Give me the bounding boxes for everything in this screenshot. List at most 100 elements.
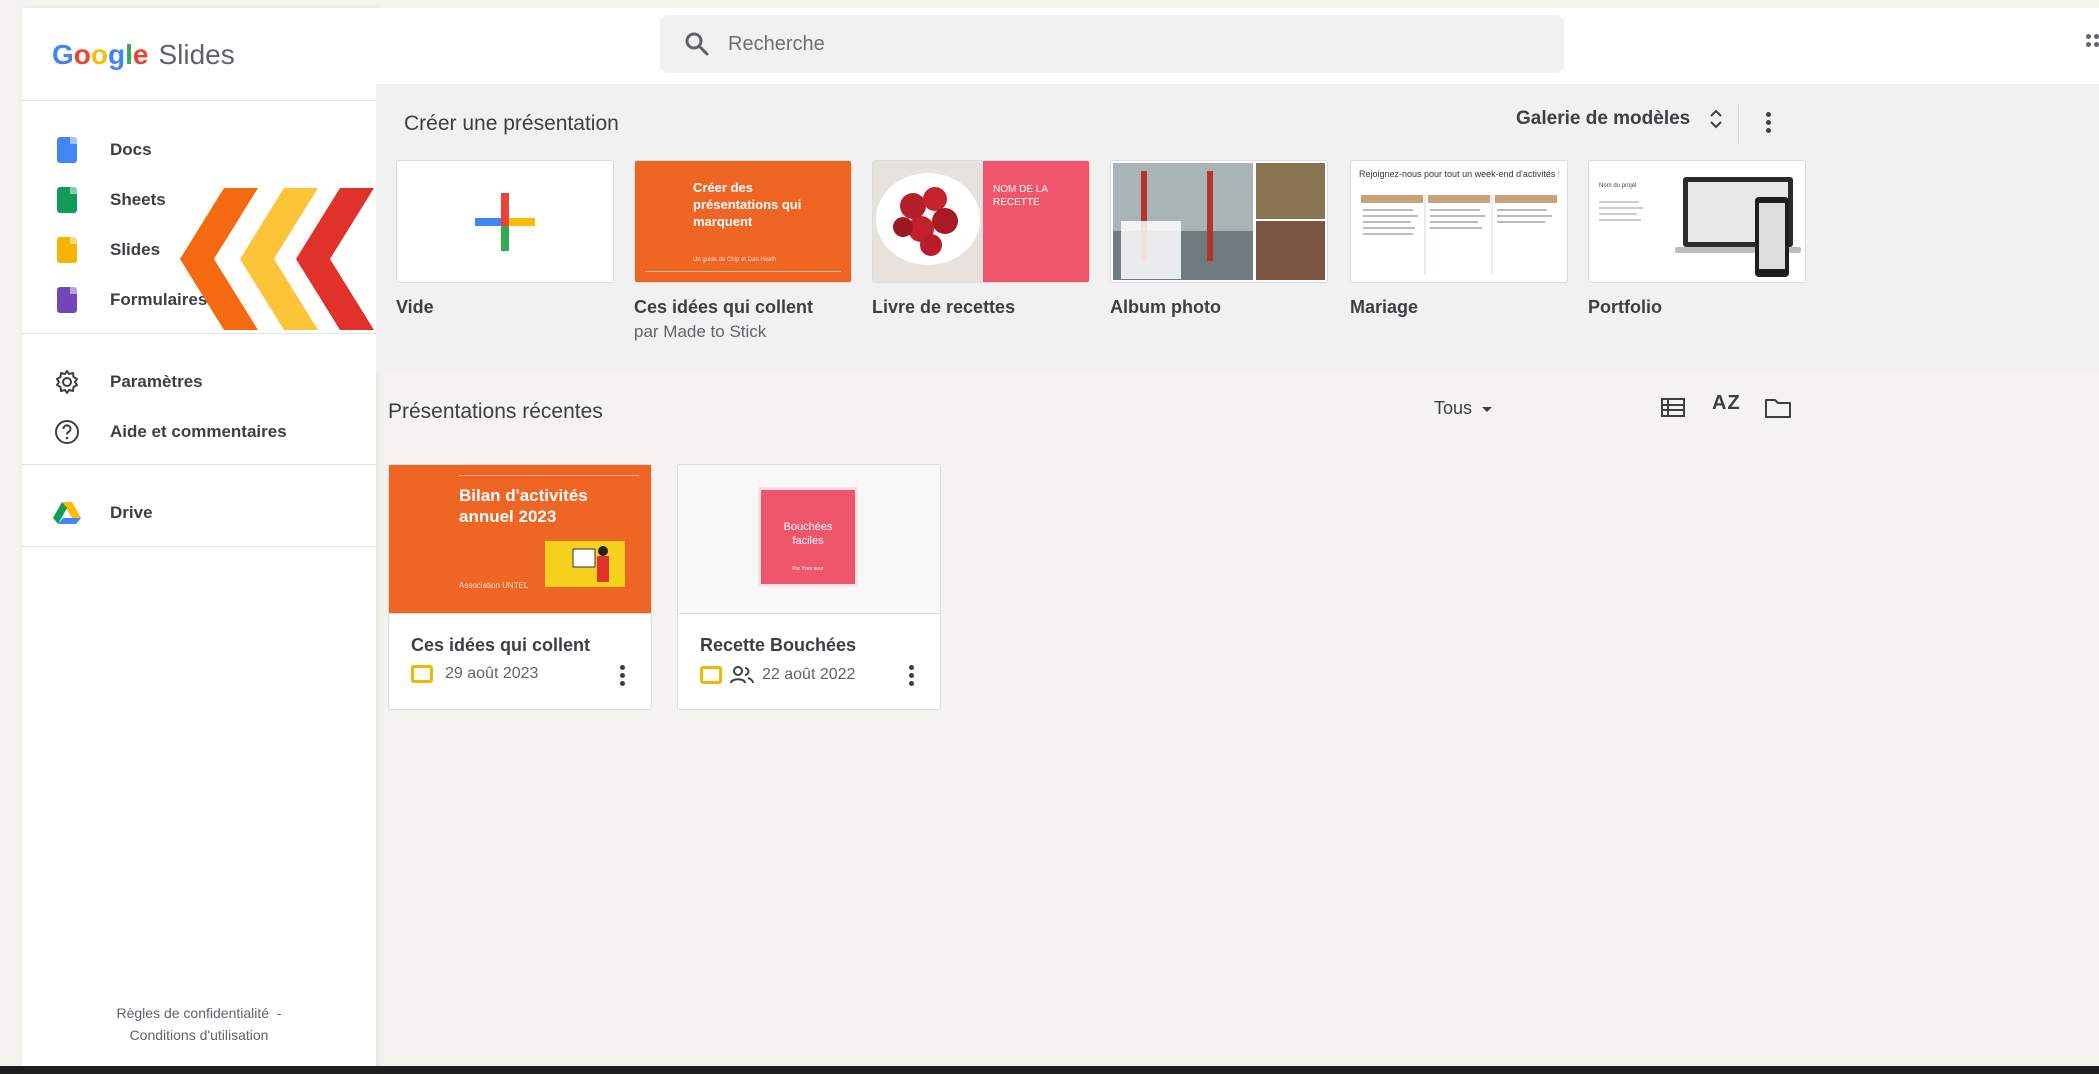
- folder-icon[interactable]: [1764, 396, 1792, 420]
- template-name: Vide: [396, 297, 434, 317]
- sidebar-item-help[interactable]: Aide et commentaires: [22, 407, 376, 457]
- sidebar: Google Slides Docs Sheets Slides Formula…: [22, 8, 376, 1068]
- file-meta: 29 août 2023: [411, 665, 538, 683]
- thumbnail-line: [645, 271, 841, 272]
- template-thumbnail: NOM DE LA RECETTE: [872, 160, 1090, 283]
- template-card-blank[interactable]: Vide: [396, 160, 614, 318]
- sidebar-item-docs[interactable]: Docs: [22, 125, 376, 175]
- logo-letter: G: [52, 39, 74, 70]
- help-icon: [55, 420, 79, 444]
- search-bar[interactable]: Recherche: [660, 15, 1564, 73]
- thumbnail-line: [459, 475, 639, 476]
- dropdown-arrow-icon: [1482, 406, 1493, 412]
- more-options-icon[interactable]: [1766, 112, 1771, 133]
- sidebar-item-label: Drive: [110, 503, 153, 522]
- terms-link[interactable]: Conditions d'utilisation: [22, 1024, 376, 1046]
- product-name: Slides: [158, 39, 235, 70]
- thumbnail-illustration: [545, 541, 625, 587]
- template-thumbnail: Nom du projet: [1588, 160, 1806, 283]
- thumbnail-footer: Un guide de Chip et Dan Heath: [693, 257, 777, 263]
- chevron-red-icon: [296, 188, 374, 330]
- file-title: Recette Bouchées: [700, 635, 857, 655]
- logo-letter: o: [90, 39, 108, 70]
- privacy-link[interactable]: Règles de confidentialité: [117, 1005, 270, 1021]
- sort-az-icon[interactable]: AZ: [1712, 392, 1741, 415]
- logo-letter: l: [125, 39, 133, 70]
- template-card-photo-album[interactable]: Album photo: [1110, 160, 1328, 318]
- template-thumbnail: Rejoignez-nous pour tout un week-end d'a…: [1350, 160, 1568, 283]
- divider: [22, 464, 376, 465]
- apps-grid-icon[interactable]: [2086, 34, 2099, 47]
- file-title: Ces idées qui collent: [411, 635, 591, 655]
- owner-filter-label: Tous: [1434, 398, 1473, 418]
- thumbnail-title: Rejoignez-nous pour tout un week-end d'a…: [1359, 169, 1559, 179]
- template-thumbnail: Créer des présentations qui marquent Un …: [634, 160, 852, 283]
- template-name: Ces idées qui collent: [634, 297, 814, 317]
- forms-icon: [57, 287, 77, 313]
- plus-icon: [475, 193, 535, 251]
- schedule-table-image: [1361, 195, 1557, 275]
- search-icon: [685, 32, 709, 56]
- thumbnail-title: Bilan d'activités annuel 2023: [459, 486, 588, 526]
- slides-file-icon: [411, 665, 433, 683]
- template-card-recipe-book[interactable]: NOM DE LA RECETTE Livre de recettes: [872, 160, 1090, 318]
- divider: [22, 546, 376, 547]
- sheets-icon: [57, 187, 77, 213]
- sidebar-item-settings[interactable]: Paramètres: [22, 357, 376, 407]
- file-more-options-icon[interactable]: [909, 665, 914, 686]
- sidebar-item-label: Slides: [110, 240, 161, 259]
- thumbnail-title: Bouchées faciles: [783, 521, 833, 547]
- devices-image: [1599, 177, 1801, 277]
- template-name: Livre de recettes: [872, 297, 1016, 317]
- logo-letter: o: [73, 39, 91, 70]
- sidebar-item-drive[interactable]: Drive: [22, 488, 376, 538]
- recent-file-card[interactable]: Bouchées faciles Par Yves auur Recette B…: [677, 464, 941, 710]
- sidebar-item-label: Docs: [110, 140, 152, 159]
- divider: [1738, 104, 1739, 144]
- person-illustration-icon: [572, 546, 609, 582]
- gear-icon: [56, 370, 78, 394]
- drive-icon: [53, 502, 81, 524]
- slides-file-icon: [700, 666, 722, 684]
- sidebar-item-label: Paramètres: [110, 372, 203, 391]
- template-card-made-to-stick[interactable]: Créer des présentations qui marquent Un …: [634, 160, 852, 342]
- section-title: Présentations récentes: [388, 400, 603, 423]
- thumbnail-footer: Par Yves auur: [792, 566, 824, 572]
- unfold-icon: [1710, 109, 1722, 129]
- footer-links: Règles de confidentialité - Conditions d…: [22, 1002, 376, 1046]
- template-gallery-button[interactable]: Galerie de modèles: [1516, 108, 1724, 130]
- file-thumbnail: Bouchées faciles Par Yves auur: [678, 465, 940, 614]
- section-title: Créer une présentation: [404, 112, 619, 135]
- template-author: par Made to Stick: [634, 322, 767, 341]
- logo-letter: e: [132, 39, 149, 70]
- template-thumbnail: [396, 160, 614, 283]
- thumbnail-footer: Association UNTEL: [459, 581, 529, 590]
- shared-people-icon: [730, 666, 754, 684]
- file-date: 22 août 2022: [762, 666, 856, 683]
- template-gallery-label: Galerie de modèles: [1516, 108, 1691, 129]
- docs-icon: [57, 137, 77, 163]
- list-view-icon[interactable]: [1660, 396, 1686, 420]
- file-more-options-icon[interactable]: [620, 665, 625, 686]
- divider: [22, 333, 376, 334]
- search-input[interactable]: Recherche: [728, 33, 825, 56]
- recipe-panel: NOM DE LA RECETTE: [983, 161, 1089, 282]
- photo-collage-image: [1111, 161, 1327, 282]
- file-meta: 22 août 2022: [700, 665, 855, 685]
- taskbar-strip: [0, 1066, 2099, 1074]
- footer-separator: -: [276, 1005, 282, 1021]
- google-slides-logo[interactable]: Google Slides: [52, 30, 235, 80]
- slides-icon: [57, 237, 77, 263]
- owner-filter-dropdown[interactable]: Tous: [1434, 398, 1494, 419]
- template-name: Mariage: [1350, 297, 1419, 317]
- file-date: 29 août 2023: [445, 665, 539, 682]
- decorative-chevron-arrows: [180, 188, 374, 330]
- template-card-wedding[interactable]: Rejoignez-nous pour tout un week-end d'a…: [1350, 160, 1568, 318]
- template-name: Album photo: [1110, 297, 1221, 317]
- sidebar-item-label: Aide et commentaires: [110, 422, 287, 441]
- template-name: Portfolio: [1588, 297, 1662, 317]
- template-card-portfolio[interactable]: Nom du projet Portfolio: [1588, 160, 1806, 318]
- thumbnail-square: Bouchées faciles Par Yves auur: [758, 487, 858, 587]
- recent-file-card[interactable]: Bilan d'activités annuel 2023 Associatio…: [388, 464, 652, 710]
- thumbnail-title: Créer des présentations qui marquent: [693, 180, 802, 229]
